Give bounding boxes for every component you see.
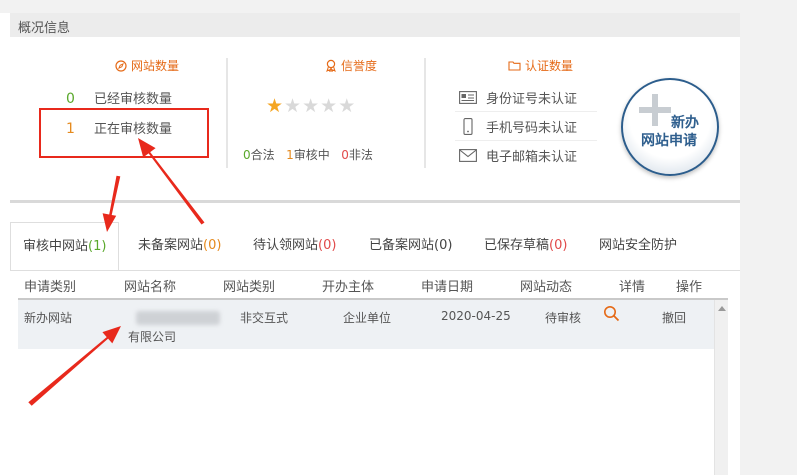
cert-divider xyxy=(455,111,597,112)
star-icon: ★ xyxy=(284,95,302,117)
overview-title: 概况信息 xyxy=(18,21,71,36)
cell-entity: 企业单位 xyxy=(343,311,392,325)
star-icon: ★ xyxy=(302,95,320,117)
table-scrollbar[interactable] xyxy=(714,300,728,475)
approved-count-row[interactable]: 0 已经审核数量 xyxy=(66,88,172,107)
tab-unclaimed-sites[interactable]: 待认领网站(0) xyxy=(253,222,336,270)
cert-title: 认证数量 xyxy=(508,57,573,74)
cert-item-id-card[interactable]: 身份证号未认证 xyxy=(459,86,577,108)
cell-category: 非交互式 xyxy=(240,311,289,325)
new-site-button-line1: 新办 xyxy=(671,115,699,131)
overview-header: 概况信息 xyxy=(10,13,740,37)
star-icon: ★ xyxy=(266,95,284,117)
column-header[interactable]: 开办主体 xyxy=(322,276,374,295)
cert-item-email[interactable]: 电子邮箱未认证 xyxy=(459,144,577,166)
table-header: 申请类别 网站名称 网站类别 开办主体 申请日期 网站动态 详情 操作 xyxy=(18,271,728,298)
cell-date: 2020-04-25 xyxy=(441,309,511,323)
right-gutter xyxy=(740,0,797,475)
ribbon-icon xyxy=(326,59,336,72)
column-header[interactable]: 申请日期 xyxy=(421,276,473,295)
overview-bottom-divider xyxy=(10,200,740,203)
tab-recorded-sites[interactable]: 已备案网站(0) xyxy=(369,222,452,270)
page: 概况信息 网站数量 0 已经审核数量 1 正在审核数量 信誉度 认证数量 ★ ★ ★ xyxy=(0,0,797,475)
column-header[interactable]: 网站名称 xyxy=(124,276,176,295)
cell-status: 待审核 xyxy=(545,311,582,325)
mobile-phone-icon xyxy=(463,117,473,135)
section-divider xyxy=(424,58,426,168)
cell-type: 新办网站 xyxy=(24,311,73,325)
cell-name-suffix: 有限公司 xyxy=(128,330,177,344)
illegal-label: 非法 xyxy=(348,148,373,162)
section-divider xyxy=(226,58,228,168)
detail-search-icon[interactable] xyxy=(603,305,620,325)
withdraw-link[interactable]: 撤回 xyxy=(662,309,686,326)
credit-breakdown: 0合法 1审核中 0非法 xyxy=(243,146,373,163)
top-strip xyxy=(0,0,740,13)
folder-icon xyxy=(508,61,521,71)
legal-count: 0 xyxy=(243,148,251,162)
tab-saved-drafts[interactable]: 已保存草稿(0) xyxy=(484,222,567,270)
plus-icon xyxy=(639,94,671,126)
envelope-icon xyxy=(459,148,477,162)
credit-reviewing-label: 审核中 xyxy=(293,148,330,162)
legal-label: 合法 xyxy=(250,148,275,162)
tab-site-security[interactable]: 网站安全防护 xyxy=(599,222,677,270)
new-site-application-button[interactable]: 新办 网站申请 xyxy=(621,78,719,176)
cert-item-mobile[interactable]: 手机号码未认证 xyxy=(459,115,577,137)
column-header[interactable]: 网站类别 xyxy=(223,276,275,295)
redacted-site-name xyxy=(136,311,220,325)
approved-label: 已经审核数量 xyxy=(94,92,173,107)
star-icon: ★ xyxy=(320,95,338,117)
scroll-up-arrow-icon[interactable] xyxy=(718,306,726,311)
tab-unrecorded-sites[interactable]: 未备案网站(0) xyxy=(138,222,221,270)
column-header[interactable]: 申请类别 xyxy=(24,276,76,295)
compass-icon xyxy=(115,59,127,72)
credit-reviewing-count: 1 xyxy=(286,148,294,162)
column-header[interactable]: 操作 xyxy=(676,276,702,295)
star-icon: ★ xyxy=(338,95,356,117)
cert-divider xyxy=(455,140,597,141)
column-header[interactable]: 网站动态 xyxy=(520,276,572,295)
credit-stars: ★ ★ ★ ★ ★ xyxy=(266,97,355,116)
credit-title: 信誉度 xyxy=(325,57,377,74)
table-row[interactable]: 新办网站 有限公司 非交互式 企业单位 2020-04-25 待审核 撤回 xyxy=(18,300,714,349)
new-site-button-line2: 网站申请 xyxy=(641,133,697,149)
illegal-count: 0 xyxy=(341,148,349,162)
site-tabs: 审核中网站(1) 未备案网站(0) 待认领网站(0) 已备案网站(0) 已保存草… xyxy=(10,222,740,270)
column-header[interactable]: 详情 xyxy=(619,276,645,295)
table-body: 新办网站 有限公司 非交互式 企业单位 2020-04-25 待审核 撤回 xyxy=(18,300,714,475)
tab-reviewing-sites[interactable]: 审核中网站(1) xyxy=(10,222,120,270)
annotation-highlight-box xyxy=(39,108,209,158)
id-card-icon xyxy=(459,90,477,104)
approved-count: 0 xyxy=(66,91,75,107)
site-count-title: 网站数量 xyxy=(115,57,179,74)
